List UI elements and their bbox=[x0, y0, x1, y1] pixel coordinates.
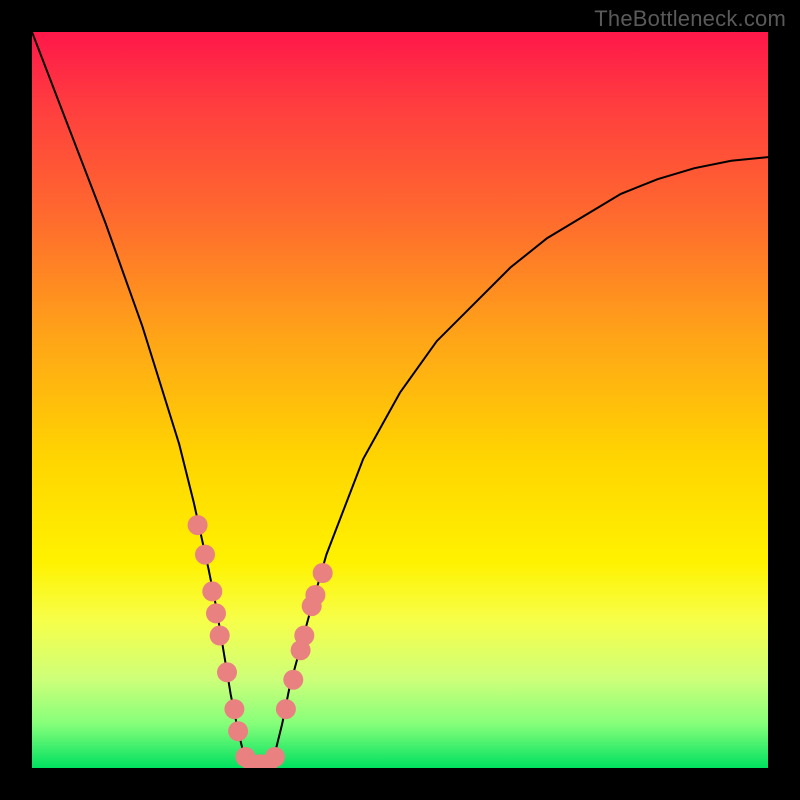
marker-dot bbox=[265, 747, 285, 767]
marker-dot bbox=[217, 662, 237, 682]
marker-dot bbox=[206, 603, 226, 623]
marker-group bbox=[188, 515, 333, 768]
bottleneck-curve bbox=[32, 32, 768, 768]
marker-dot bbox=[224, 699, 244, 719]
marker-dot bbox=[210, 626, 230, 646]
marker-dot bbox=[305, 585, 325, 605]
marker-dot bbox=[195, 545, 215, 565]
watermark-text: TheBottleneck.com bbox=[594, 6, 786, 32]
plot-area bbox=[32, 32, 768, 768]
marker-dot bbox=[294, 626, 314, 646]
chart-frame: TheBottleneck.com bbox=[0, 0, 800, 800]
marker-dot bbox=[202, 581, 222, 601]
marker-dot bbox=[283, 670, 303, 690]
chart-svg bbox=[32, 32, 768, 768]
marker-dot bbox=[276, 699, 296, 719]
marker-dot bbox=[188, 515, 208, 535]
marker-dot bbox=[228, 721, 248, 741]
marker-dot bbox=[313, 563, 333, 583]
